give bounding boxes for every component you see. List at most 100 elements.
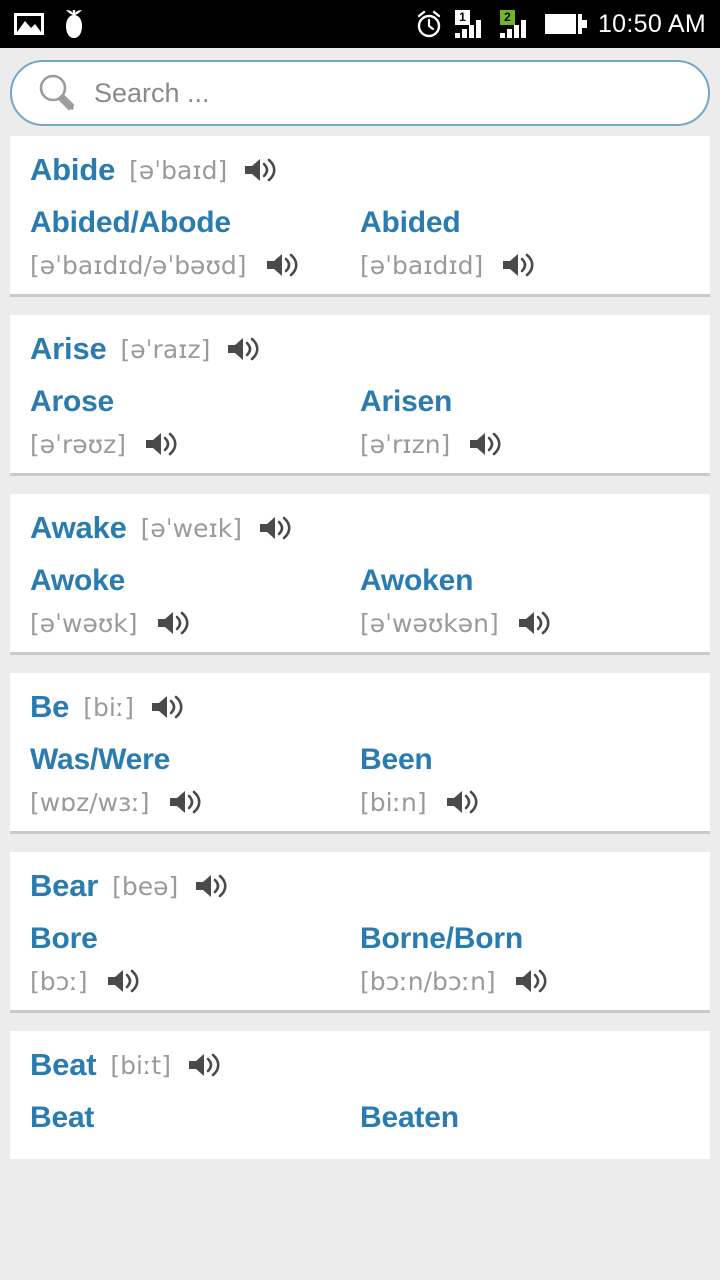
speaker-icon-infinitive[interactable] [258,513,292,543]
verb-past-ipa: [əˈwəʊk] [30,608,138,638]
verb-card[interactable]: Awake [əˈweɪk] Awoke [əˈwəʊk] Awoken [əˈwəʊkə… [10,494,710,655]
verb-past: Awoke [30,564,126,597]
verb-card[interactable]: Bear [beə] Bore [bɔː] Borne/Born [bɔːn/bɔːn] [10,852,710,1013]
verb-participle-column: Beaten [360,1101,690,1145]
verb-past-sub: [wɒz/wɜː] [30,787,360,817]
signal-sim1-icon: 1 [454,10,489,38]
search-box[interactable] [10,60,710,126]
verb-past-ipa: [bɔː] [30,966,88,996]
speaker-icon-participle[interactable] [517,608,551,638]
verb-past: Bore [30,922,98,955]
verb-past-ipa: [əˈrəʊz] [30,429,126,459]
verb-past-column: Awoke [əˈwəʊk] [30,564,360,638]
verb-infinitive-row: Bear [beə] [10,868,710,904]
speaker-icon-infinitive[interactable] [226,334,260,364]
signal-sim2-icon: 2 [499,10,534,38]
speaker-icon-past[interactable] [144,429,178,459]
verb-card[interactable]: Beat [biːt] Beat Beaten [10,1031,710,1159]
verb-participle: Borne/Born [360,922,524,955]
verb-card[interactable]: Arise [əˈraɪz] Arose [əˈrəʊz] Arisen [əˈrɪzn] [10,315,710,476]
verb-past-sub: [bɔː] [30,966,360,996]
verb-participle-sub: [əˈrɪzn] [360,429,690,459]
verb-participle-ipa: [biːn] [360,787,427,817]
speaker-icon-infinitive[interactable] [187,1050,221,1080]
verb-infinitive: Arise [30,331,107,366]
verb-forms-row: Beat Beaten [10,1101,710,1145]
speaker-icon-participle[interactable] [514,966,548,996]
verb-infinitive-ipa: [əˈweɪk] [140,513,243,543]
verb-participle-ipa: [bɔːn/bɔːn] [360,966,496,996]
status-bar-left [14,9,86,39]
verb-past-sub: [əˈbaɪdɪd/əˈbəʊd] [30,250,360,280]
verb-list: Abide [əˈbaɪd] Abided/Abode [əˈbaɪdɪd/əˈbəʊ… [0,136,720,1159]
speaker-icon-participle[interactable] [468,429,502,459]
speaker-icon-past[interactable] [265,250,299,280]
verb-forms-row: Arose [əˈrəʊz] Arisen [əˈrɪzn] [10,385,710,459]
verb-infinitive-ipa: [biːt] [110,1050,171,1080]
verb-past: Arose [30,385,115,418]
verb-forms-row: Abided/Abode [əˈbaɪdɪd/əˈbəʊd] Abided [əˈba… [10,206,710,280]
verb-forms-row: Awoke [əˈwəʊk] Awoken [əˈwəʊkən] [10,564,710,638]
verb-infinitive: Abide [30,152,116,187]
search-input[interactable] [78,77,686,109]
verb-infinitive-row: Awake [əˈweɪk] [10,510,710,546]
verb-infinitive: Beat [30,1047,97,1082]
verb-participle-sub: [bɔːn/bɔːn] [360,966,690,996]
verb-infinitive-ipa: [əˈbaɪd] [129,155,228,185]
verb-past-sub: [əˈwəʊk] [30,608,360,638]
verb-past-column: Arose [əˈrəʊz] [30,385,360,459]
verb-participle-column: Abided [əˈbaɪdɪd] [360,206,690,280]
verb-participle: Abided [360,206,461,239]
verb-participle-column: Borne/Born [bɔːn/bɔːn] [360,922,690,996]
verb-infinitive-row: Be [biː] [10,689,710,725]
verb-past: Beat [30,1101,95,1134]
verb-participle: Arisen [360,385,453,418]
verb-forms-row: Bore [bɔː] Borne/Born [bɔːn/bɔːn] [10,922,710,996]
verb-participle: Been [360,743,433,776]
verb-past-ipa: [əˈbaɪdɪd/əˈbəʊd] [30,250,247,280]
verb-past-ipa: [wɒz/wɜː] [30,787,150,817]
verb-participle-ipa: [əˈrɪzn] [360,429,451,459]
verb-participle-ipa: [əˈbaɪdɪd] [360,250,484,280]
sim1-bars [454,20,481,38]
status-bar-clock: 10:50 AM [597,9,706,38]
verb-participle-column: Been [biːn] [360,743,690,817]
verb-participle: Awoken [360,564,474,597]
speaker-icon-participle[interactable] [445,787,479,817]
speaker-icon-infinitive[interactable] [243,155,277,185]
speaker-icon-participle[interactable] [501,250,535,280]
verb-infinitive-row: Abide [əˈbaɪd] [10,152,710,188]
verb-participle: Beaten [360,1101,459,1134]
verb-forms-row: Was/Were [wɒz/wɜː] Been [biːn] [10,743,710,817]
speaker-icon-infinitive[interactable] [194,871,228,901]
verb-past-column: Was/Were [wɒz/wɜː] [30,743,360,817]
speaker-icon-infinitive[interactable] [150,692,184,722]
speaker-icon-past[interactable] [156,608,190,638]
verb-card[interactable]: Be [biː] Was/Were [wɒz/wɜː] Been [biːn] [10,673,710,834]
verb-past-column: Bore [bɔː] [30,922,360,996]
verb-participle-sub: [əˈbaɪdɪd] [360,250,690,280]
verb-infinitive: Be [30,689,70,724]
verb-past: Was/Were [30,743,171,776]
verb-past-sub: [əˈrəʊz] [30,429,360,459]
search-icon [34,71,78,115]
verb-participle-column: Awoken [əˈwəʊkən] [360,564,690,638]
verb-infinitive-ipa: [əˈraɪz] [120,334,211,364]
alarm-icon [414,9,444,39]
speaker-icon-past[interactable] [168,787,202,817]
verb-participle-column: Arisen [əˈrɪzn] [360,385,690,459]
verb-infinitive: Awake [30,510,127,545]
sim2-bars [499,20,526,38]
verb-infinitive-row: Arise [əˈraɪz] [10,331,710,367]
verb-card[interactable]: Abide [əˈbaɪd] Abided/Abode [əˈbaɪdɪd/əˈbəʊ… [10,136,710,297]
verb-past: Abided/Abode [30,206,231,239]
pineapple-icon [62,9,86,39]
status-bar-right: 1 2 10:50 AM [414,9,706,39]
verb-infinitive-ipa: [beə] [112,871,179,901]
speaker-icon-past[interactable] [106,966,140,996]
verb-participle-sub: [biːn] [360,787,690,817]
verb-past-column: Abided/Abode [əˈbaɪdɪd/əˈbəʊd] [30,206,360,280]
verb-participle-sub: [əˈwəʊkən] [360,608,690,638]
search-bar-container [0,48,720,136]
battery-icon [544,12,587,36]
